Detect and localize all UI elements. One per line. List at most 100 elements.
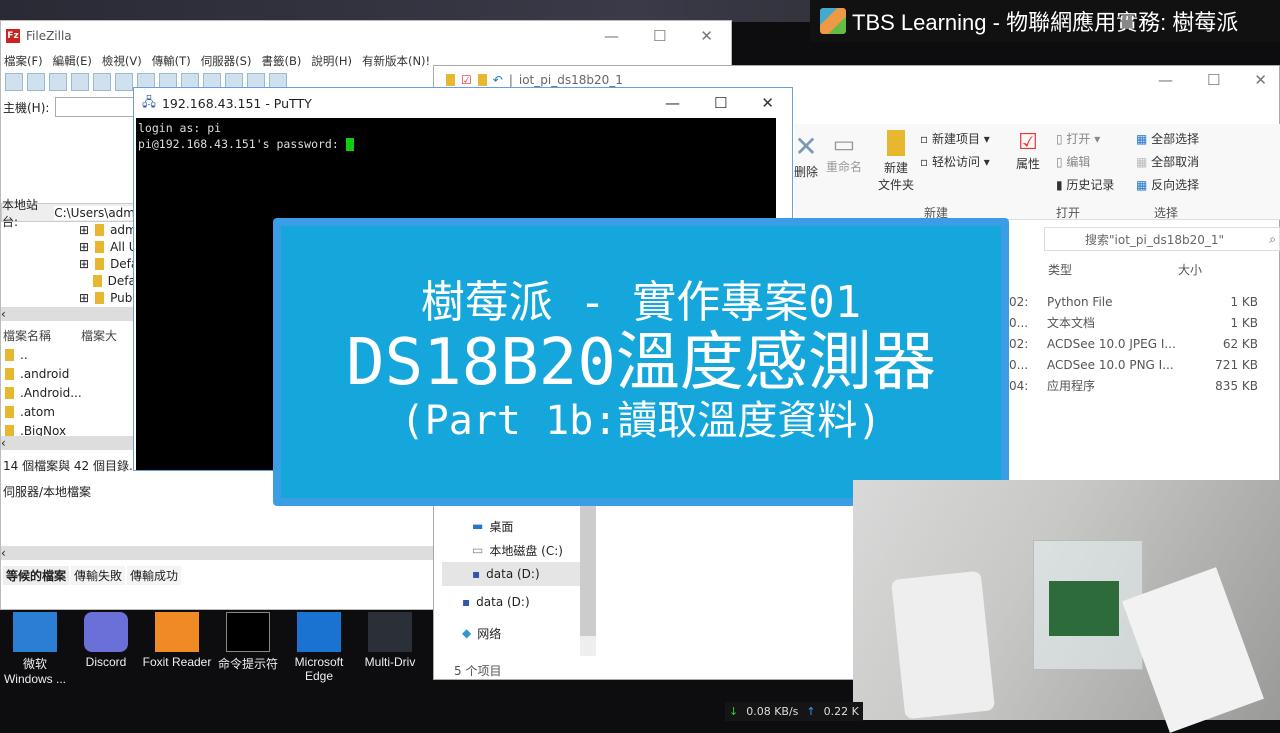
edit-button[interactable]: ▯ 编辑	[1056, 153, 1114, 170]
menu-view[interactable]: 檢視(V)	[102, 53, 142, 69]
column-filesize[interactable]: 檔案大	[81, 327, 117, 344]
nav-scrollbar[interactable]	[580, 506, 596, 656]
rename-button[interactable]: ▭ 重命名	[826, 130, 862, 175]
select-all-button[interactable]: ▦ 全部选择	[1136, 130, 1199, 147]
open-button[interactable]: ▯ 打开 ▾	[1056, 130, 1114, 147]
local-site-path[interactable]: C:\Users\adm	[54, 205, 135, 220]
table-row[interactable]: 02: Python File 1 KB	[1009, 291, 1269, 312]
column-type[interactable]: 类型	[1048, 261, 1072, 278]
new-folder-button[interactable]: 新建 文件夹	[878, 130, 914, 193]
host-input[interactable]	[55, 97, 141, 117]
tree-item[interactable]: Defa	[108, 274, 136, 288]
delete-icon: ✕	[794, 130, 818, 163]
local-site-label: 本地站台:	[2, 197, 39, 229]
window-controls: — ☐ ✕	[1158, 71, 1267, 89]
list-item[interactable]: .atom	[20, 405, 55, 419]
banner-title: TBS Learning - 物聯網應用實務: 樹莓派	[852, 10, 1239, 35]
invert-selection-button[interactable]: ▦ 反向选择	[1136, 176, 1199, 193]
local-tree: ⊞ adm ⊞ All U ⊞ Defa Defa ⊞ Pub	[79, 222, 139, 305]
column-size[interactable]: 大小	[1178, 261, 1202, 278]
horizontal-scrollbar[interactable]: ‹	[1, 546, 433, 560]
history-button[interactable]: ▮ 历史记录	[1056, 176, 1114, 193]
card-subtitle: 樹莓派 - 實作專案01	[420, 277, 862, 328]
table-row[interactable]: 0... ACDSee 10.0 PNG I... 721 KB	[1009, 354, 1269, 375]
undo-icon[interactable]: ↶	[493, 73, 503, 87]
list-item[interactable]: ..	[20, 348, 28, 362]
properties-button[interactable]: ☑ 属性	[1016, 130, 1040, 172]
menu-help[interactable]: 說明(H)	[311, 53, 352, 69]
desktop-icon-multidrive[interactable]: Multi-Driv	[355, 612, 425, 686]
properties-icon: ☑	[1018, 130, 1038, 155]
desktop-icon-cmd[interactable]: 命令提示符	[213, 612, 283, 686]
group-label-select: 选择	[1154, 206, 1179, 220]
menu-file[interactable]: 檔案(F)	[4, 53, 43, 69]
desktop-icon-foxit[interactable]: Foxit Reader	[142, 612, 212, 686]
refresh-icon[interactable]	[115, 73, 133, 91]
queue-tabs: 等候的檔案 傳輸失敗 傳輸成功	[3, 566, 182, 585]
new-item-button[interactable]: ▫ 新建项目 ▾	[920, 130, 990, 147]
delete-button[interactable]: ✕ 删除	[794, 130, 818, 180]
nav-item-d-drive-2[interactable]: ▪ data (D:)	[442, 586, 592, 618]
easy-access-button[interactable]: ▫ 轻松访问 ▾	[920, 153, 990, 170]
close-button[interactable]: ✕	[761, 94, 774, 112]
menu-edit[interactable]: 編輯(E)	[53, 53, 92, 69]
close-button[interactable]: ✕	[1254, 71, 1267, 89]
maximize-button[interactable]: ☐	[714, 94, 727, 112]
close-button[interactable]: ✕	[700, 27, 713, 45]
terminal-line: login as: pi	[138, 121, 222, 135]
rename-icon: ▭	[832, 130, 856, 158]
site-manager-icon[interactable]	[5, 73, 23, 91]
folder-icon	[887, 130, 905, 156]
toggle-log-icon[interactable]	[27, 73, 45, 91]
list-item[interactable]: .android	[20, 367, 69, 381]
new-folder-icon[interactable]	[477, 74, 487, 86]
nav-item-d-drive[interactable]: ▪ data (D:)	[442, 562, 592, 586]
menu-transfer[interactable]: 傳輸(T)	[152, 53, 191, 69]
table-row[interactable]: 0... 文本文档 1 KB	[1009, 312, 1269, 333]
putty-icon: 🖧	[142, 93, 156, 109]
minimize-button[interactable]: —	[665, 94, 680, 112]
search-icon: ⌕	[1269, 231, 1276, 246]
nav-item-c-drive[interactable]: ▭ 本地磁盘 (C:)	[442, 538, 592, 562]
terminal-cursor	[345, 138, 354, 151]
window-title: iot_pi_ds18b20_1	[518, 73, 623, 87]
tab-failed-transfers[interactable]: 傳輸失敗	[71, 566, 126, 585]
card-title: DS18B20溫度感測器	[346, 326, 936, 400]
select-none-button[interactable]: ▦ 全部取消	[1136, 153, 1199, 170]
search-box[interactable]: 搜索"iot_pi_ds18b20_1" ⌕	[1044, 227, 1280, 251]
window-controls: — ☐ ✕	[604, 27, 713, 45]
tab-queued-files[interactable]: 等候的檔案	[3, 566, 70, 585]
tab-successful-transfers[interactable]: 傳輸成功	[127, 566, 182, 585]
maximize-button[interactable]: ☐	[1207, 71, 1220, 89]
properties-icon[interactable]: ☑	[461, 73, 472, 87]
minimize-button[interactable]: —	[1158, 71, 1173, 89]
menu-new-version[interactable]: 有新版本(N)!	[362, 53, 430, 69]
desktop-icon-discord[interactable]: Discord	[71, 612, 141, 686]
edge-icon	[297, 612, 341, 652]
table-row[interactable]: 02: ACDSee 10.0 JPEG I... 62 KB	[1009, 333, 1269, 354]
search-input[interactable]: 搜索"iot_pi_ds18b20_1"	[1045, 231, 1224, 248]
window-title: 192.168.43.151 - PuTTY	[161, 95, 312, 111]
putty-titlebar: 🖧 192.168.43.151 - PuTTY — ☐ ✕	[134, 88, 792, 118]
title-card-inner: 樹莓派 - 實作專案01 DS18B20溫度感測器 (Part 1b:讀取溫度資…	[281, 226, 1001, 498]
transfer-queue-icon[interactable]	[93, 73, 111, 91]
menu-bookmarks[interactable]: 書籤(B)	[261, 53, 301, 69]
minimize-button[interactable]: —	[604, 27, 619, 45]
column-filename[interactable]: 檔案名稱	[3, 327, 51, 344]
list-item[interactable]: .Android...	[20, 386, 82, 400]
table-row[interactable]: 04: 应用程序 835 KB	[1009, 375, 1269, 396]
open-group: ▯ 打开 ▾ ▯ 编辑 ▮ 历史记录	[1056, 130, 1114, 193]
tree-item[interactable]: Pub	[110, 291, 132, 305]
status-text: 14 個檔案與 42 個目錄. 總	[3, 459, 149, 473]
horizontal-scrollbar[interactable]: ‹	[1, 436, 136, 450]
nav-item-network[interactable]: ◆ 网络	[442, 618, 592, 648]
desktop-icon-edge[interactable]: Microsoft Edge	[284, 612, 354, 686]
maximize-button[interactable]: ☐	[653, 27, 666, 45]
nav-item-desktop[interactable]: ▬ 桌面	[442, 514, 592, 538]
menu-server[interactable]: 伺服器(S)	[201, 53, 252, 69]
horizontal-scrollbar[interactable]: ‹	[1, 307, 136, 321]
desktop-icon-windows[interactable]: 微软 Windows ...	[0, 612, 70, 686]
toggle-remote-tree-icon[interactable]	[71, 73, 89, 91]
toggle-local-tree-icon[interactable]	[49, 73, 67, 91]
folder-icon	[446, 74, 455, 86]
